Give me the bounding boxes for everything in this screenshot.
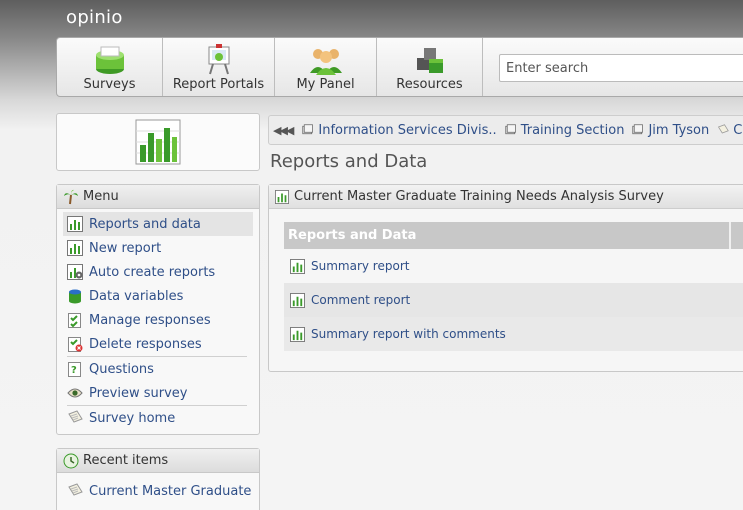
recent-items-panel: Recent items Current Master Graduate Tr xyxy=(56,448,260,510)
menu-item-label: Questions xyxy=(89,361,154,377)
chart-gear-icon xyxy=(67,264,83,280)
document-icon xyxy=(68,483,83,496)
report-link[interactable]: Summary report with comments xyxy=(311,327,506,341)
my-panel-icon xyxy=(309,49,342,75)
nav-my-panel-button[interactable]: My Panel xyxy=(275,38,377,96)
report-row-summary[interactable]: Summary report xyxy=(284,249,743,283)
section-logo xyxy=(56,113,260,171)
surveys-icon xyxy=(95,46,124,74)
breadcrumb-back-icon[interactable]: ◀◀◀ xyxy=(273,124,294,137)
menu-item-preview-survey[interactable]: Preview survey xyxy=(63,381,253,405)
checklist-delete-icon xyxy=(68,337,83,352)
database-icon xyxy=(69,289,81,304)
recent-items-header: Recent items xyxy=(57,449,259,473)
report-portals-icon xyxy=(208,44,229,75)
menu-item-label: Delete responses xyxy=(89,336,202,352)
svg-text:?: ? xyxy=(71,365,77,376)
menu-item-label: Manage responses xyxy=(89,312,211,328)
recent-clock-icon xyxy=(63,453,79,468)
chart-icon xyxy=(290,292,305,308)
document-icon xyxy=(718,124,730,134)
menu-item-label: Preview survey xyxy=(89,385,188,401)
nav-resources-label: Resources xyxy=(396,77,463,92)
breadcrumb-item-survey[interactable]: Curr xyxy=(717,123,743,138)
menu-item-manage-responses[interactable]: Manage responses xyxy=(63,308,253,332)
breadcrumb-item-training-section[interactable]: Training Section xyxy=(505,123,624,138)
menu-item-auto-create-reports[interactable]: Auto create reports xyxy=(63,260,253,284)
report-link[interactable]: Comment report xyxy=(311,293,410,307)
menu-item-data-variables[interactable]: Data variables xyxy=(63,284,253,308)
report-link[interactable]: Summary report xyxy=(311,259,409,273)
nav-report-portals-button[interactable]: Report Portals xyxy=(163,38,275,96)
menu-title: Menu xyxy=(83,189,119,204)
menu-item-label: Survey home xyxy=(89,410,176,426)
recent-item[interactable]: Current Master Graduate Tr xyxy=(63,479,253,503)
checklist-icon xyxy=(68,313,81,328)
reports-table-header: Reports and Data xyxy=(284,222,743,249)
menu-item-reports-and-data[interactable]: Reports and data xyxy=(63,212,253,236)
chart-icon xyxy=(67,216,83,232)
report-row-summary-with-comments[interactable]: Summary report with comments xyxy=(284,317,743,351)
recent-items-title: Recent items xyxy=(83,453,169,468)
menu-item-label: Auto create reports xyxy=(89,264,216,280)
palm-tree-icon xyxy=(64,189,78,204)
menu-item-questions[interactable]: ? Questions xyxy=(63,357,253,381)
chart-icon xyxy=(275,189,289,204)
document-icon xyxy=(68,410,83,423)
chart-icon xyxy=(290,326,305,342)
nav-resources-button[interactable]: Resources xyxy=(377,38,483,96)
breadcrumb-item-user[interactable]: Jim Tyson xyxy=(632,123,709,138)
nav-my-panel-label: My Panel xyxy=(296,77,355,92)
resources-icon xyxy=(416,48,443,73)
menu-item-new-report[interactable]: New report xyxy=(63,236,253,260)
chart-icon xyxy=(67,240,83,256)
reports-content-panel: Current Master Graduate Training Needs A… xyxy=(268,184,743,372)
report-row-comment[interactable]: Comment report xyxy=(284,283,743,317)
question-icon: ? xyxy=(68,362,81,377)
folder-icon xyxy=(302,124,314,135)
page-title: Reports and Data xyxy=(270,151,428,172)
reports-table: Reports and Data Summary report Comment … xyxy=(284,222,743,351)
survey-title: Current Master Graduate Training Needs A… xyxy=(294,189,664,204)
top-navigation: Surveys Report Portals My Panel Resource… xyxy=(56,37,743,97)
folder-icon xyxy=(632,124,644,135)
survey-header: Current Master Graduate Training Needs A… xyxy=(269,185,743,209)
recent-item-label: Current Master Graduate Tr xyxy=(89,483,253,499)
nav-surveys-button[interactable]: Surveys xyxy=(57,38,163,96)
column-divider xyxy=(729,222,731,249)
breadcrumb-item-division[interactable]: Information Services Divis.. xyxy=(302,123,497,138)
menu-item-label: Reports and data xyxy=(89,216,201,232)
menu-item-survey-home[interactable]: Survey home xyxy=(63,406,253,430)
reports-chart-icon xyxy=(135,119,181,165)
menu-item-label: New report xyxy=(89,240,162,256)
menu-panel: Menu Reports and data New report Auto cr… xyxy=(56,184,260,435)
breadcrumb: ◀◀◀ Information Services Divis.. Trainin… xyxy=(268,115,743,145)
nav-surveys-label: Surveys xyxy=(83,77,136,92)
search-input[interactable] xyxy=(499,54,743,82)
nav-report-portals-label: Report Portals xyxy=(172,77,265,92)
folder-icon xyxy=(505,124,516,135)
menu-item-label: Data variables xyxy=(89,288,184,304)
menu-header: Menu xyxy=(57,185,259,209)
eye-icon xyxy=(67,388,83,398)
menu-item-delete-responses[interactable]: Delete responses xyxy=(63,332,253,356)
app-title: opinio xyxy=(66,7,123,28)
chart-icon xyxy=(290,258,305,274)
